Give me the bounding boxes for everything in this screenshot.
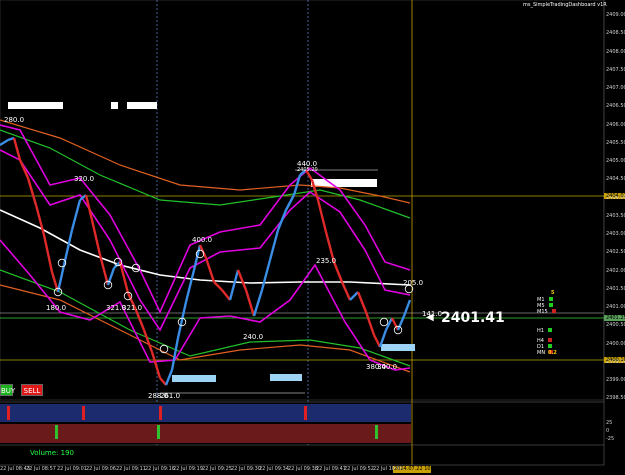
price-axis-label: 2405.00: [606, 158, 625, 164]
zigzag-label: 340.0: [377, 363, 398, 371]
price-axis-label: 2407.50: [606, 66, 625, 73]
zigzag-label: 205.0: [403, 279, 424, 287]
zone-block: [111, 102, 118, 109]
price-axis-label: 2401.50: [606, 285, 625, 292]
zigzag-label: 320.0: [74, 175, 95, 183]
time-axis-label: 22 Jul 09:19: [173, 466, 203, 472]
sell-button[interactable]: SELL: [21, 384, 43, 396]
zigzag-label: 240.0: [243, 333, 264, 341]
price-axis-label: 2403.50: [606, 212, 625, 219]
current-price: 2401.41: [441, 310, 505, 326]
price-tag-label: 2401.25: [606, 315, 625, 321]
indicator-title: ms_SimpleTradingDashboard v1R: [523, 2, 607, 8]
price-axis-label: 2409.00: [606, 12, 625, 18]
price-chart[interactable]: [0, 0, 625, 475]
dashboard-value: 5: [551, 290, 555, 296]
volume-readout: Volume: 190: [30, 449, 74, 457]
signal-subwindow-2: [0, 424, 411, 443]
time-axis-label: 22 Jul 09:06: [86, 466, 116, 472]
zigzag-label: 180.0: [46, 304, 67, 312]
time-axis-label: 22 Jul 09:01: [57, 466, 87, 472]
price-axis-label: 2399.00: [606, 377, 625, 383]
signal-square-icon: [547, 328, 552, 332]
signal-square-icon: [547, 338, 552, 342]
price-axis-label: 2403.00: [606, 231, 625, 237]
signal-square-icon: [551, 309, 556, 313]
time-axis-label: 22 Jul 09:11: [116, 466, 146, 472]
price-axis-label: 2400.00: [606, 340, 625, 347]
buy-button[interactable]: BUY: [0, 384, 15, 396]
price-tag-label: 2404.07: [606, 193, 625, 199]
sub-label-bottom: -25: [606, 436, 615, 442]
time-axis-label: 22 Jul 09:30: [231, 466, 261, 472]
time-axis-label: 22 Jul 09:38: [288, 466, 318, 472]
zone-block: [311, 179, 377, 187]
zigzag-label: 2405.20: [297, 167, 318, 173]
signal-square-icon: [548, 303, 553, 307]
volume-value: 190: [60, 449, 75, 457]
time-axis-label: 22 Jul 09:47: [316, 466, 346, 472]
time-axis-label: 22 Jul 09:52: [344, 466, 374, 472]
price-axis-label: 2402.00: [606, 267, 625, 274]
timeframe-label: MN: [537, 350, 546, 356]
timeframe-signal: M15: [537, 309, 556, 315]
price-axis-label: 2400.50: [606, 322, 625, 329]
zigzag-label: 400.0: [192, 236, 213, 244]
price-arrow-icon: ◀: [426, 312, 434, 323]
zone-block: [8, 102, 63, 109]
zigzag-label: 261.0: [160, 392, 181, 400]
zone-block: [127, 102, 157, 109]
price-axis-label: 2408.00: [606, 48, 625, 55]
price-axis-label: 2404.50: [606, 176, 625, 183]
time-axis-label: 22 Jul 09:34: [259, 466, 289, 472]
time-axis-label: 22 Jul 09:16: [145, 466, 175, 472]
price-axis-label: 2408.50: [606, 30, 625, 37]
sub-label-mid: 0: [606, 428, 610, 434]
time-axis-label: 22 Jul 08:57: [26, 466, 56, 472]
sub-label-top: 25: [606, 420, 613, 426]
signal-square-icon: [548, 344, 553, 348]
signal-square-icon: [548, 297, 553, 301]
demand-zone: [381, 344, 415, 351]
zigzag-label: 321.0: [122, 304, 143, 312]
zigzag-label: 280.0: [4, 116, 25, 124]
price-axis-label: 2398.50: [606, 395, 625, 402]
price-axis-label: 2406.50: [606, 103, 625, 110]
dashboard-value-2: 0.2: [548, 350, 557, 356]
demand-zone: [172, 375, 216, 382]
zigzag-label: 235.0: [316, 257, 337, 265]
time-axis-label: 2024.07.22 10:05: [394, 466, 439, 472]
signal-subwindow: [0, 404, 411, 422]
price-axis-label: 2402.50: [606, 249, 625, 256]
timeframe-label: H1: [537, 328, 544, 334]
timeframe-signal: H1: [537, 328, 552, 334]
demand-zone: [270, 374, 302, 381]
time-axis-label: 22 Jul 09:25: [202, 466, 232, 472]
price-axis-label: 2401.00: [606, 304, 625, 310]
price-axis-label: 2405.50: [606, 139, 625, 146]
volume-label: Volume:: [30, 449, 59, 457]
price-tag-label: 2400.16: [606, 357, 625, 363]
price-axis-label: 2406.00: [606, 121, 625, 128]
timeframe-label: M15: [537, 309, 548, 315]
price-axis-label: 2407.00: [606, 85, 625, 91]
